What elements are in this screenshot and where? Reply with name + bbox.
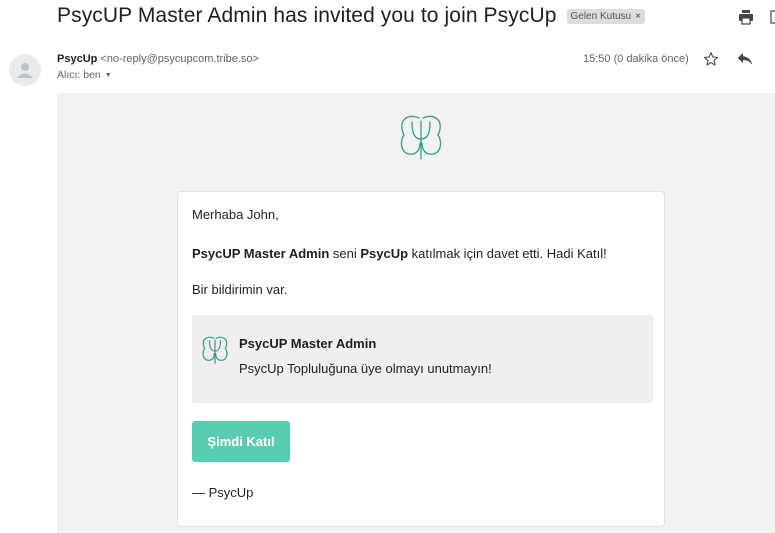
avatar-person-icon — [17, 63, 33, 78]
community-name: PsycUp — [360, 246, 409, 261]
signoff-text: — PsycUp — [192, 485, 254, 500]
notification-message: PsycUp Topluluğuna üye olmayı unutmayın! — [239, 361, 492, 376]
notification-intro: Bir bildirimin var. — [192, 282, 288, 297]
email-subject: PsycUP Master Admin has invited you to j… — [57, 4, 557, 27]
greeting-text: Merhaba John, — [192, 207, 279, 222]
reply-icon[interactable] — [737, 52, 753, 66]
recipient-text: Alıcı: ben — [57, 69, 101, 81]
invite-end: katılmak için davet etti. Hadi Katıl! — [408, 246, 607, 261]
remove-label-button[interactable]: × — [635, 11, 641, 22]
sender-name: PsycUp — [57, 53, 98, 65]
psycup-logo-icon — [400, 115, 442, 160]
notification-title: PsycUP Master Admin — [239, 336, 377, 351]
notification-box: PsycUP Master Admin PsycUp Topluluğuna ü… — [192, 315, 653, 403]
email-card: Merhaba John, PsycUP Master Admin seni P… — [177, 191, 665, 527]
inviter-name: PsycUP Master Admin — [192, 246, 330, 261]
inbox-label-text: Gelen Kutusu — [570, 10, 632, 22]
invite-middle: seni — [329, 246, 361, 261]
email-subject-row: PsycUP Master Admin has invited you to j… — [57, 4, 645, 28]
sender-avatar — [9, 54, 41, 86]
email-timestamp: 15:50 (0 dakika önce) — [583, 53, 689, 65]
invite-text: PsycUP Master Admin seni PsycUp katılmak… — [192, 246, 607, 261]
new-window-icon[interactable] — [770, 9, 775, 25]
join-now-button[interactable]: Şimdi Katıl — [192, 421, 290, 462]
sender-email: <no-reply@psycupcom.tribe.so> — [100, 53, 259, 65]
notification-logo-icon — [202, 336, 228, 364]
inbox-label-chip[interactable]: Gelen Kutusu × — [566, 8, 645, 24]
recipient-row: Alıcı: ben ▼ — [57, 69, 112, 81]
star-icon[interactable] — [703, 51, 719, 67]
chevron-down-icon[interactable]: ▼ — [105, 72, 112, 79]
print-icon[interactable] — [738, 9, 754, 25]
sender-row: PsycUp <no-reply@psycupcom.tribe.so> — [57, 53, 259, 65]
